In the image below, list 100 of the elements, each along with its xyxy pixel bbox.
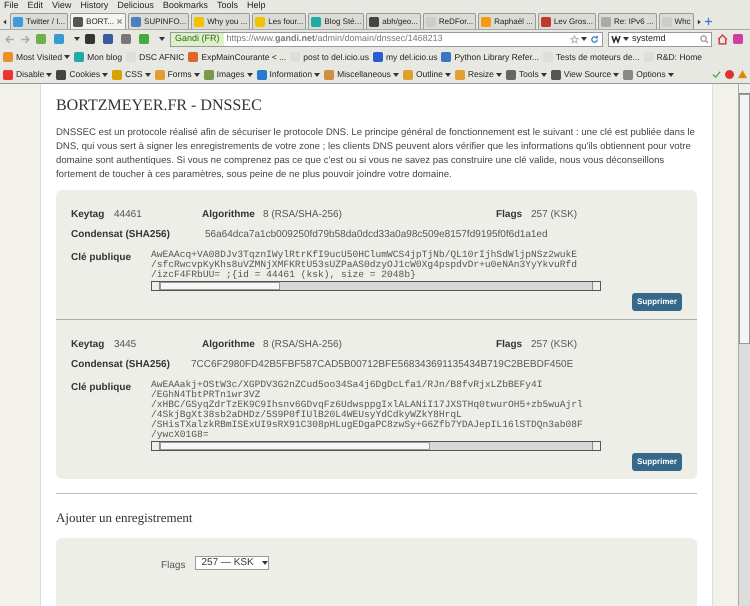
bookmark-item[interactable]: Most Visited bbox=[3, 50, 70, 64]
field-value: 257 (KSK) bbox=[531, 208, 578, 222]
favicon-icon bbox=[662, 16, 672, 26]
bookmark-item[interactable]: DSC AFNIC bbox=[126, 50, 184, 64]
bookmark-item[interactable]: Tests de moteurs de... bbox=[543, 50, 640, 64]
menu-item[interactable]: Edit bbox=[28, 0, 44, 13]
flags-select[interactable]: 257 — KSK bbox=[195, 556, 269, 570]
menu-item[interactable]: Delicious bbox=[117, 0, 154, 13]
bookmark-icon bbox=[74, 52, 84, 62]
bookmark-item[interactable]: Mon blog bbox=[74, 50, 122, 64]
vertical-scrollbar[interactable] bbox=[738, 84, 750, 606]
favicon-icon bbox=[194, 16, 204, 26]
toolbar-icon bbox=[3, 70, 13, 80]
field-value: 7CC6F2980FD42B5FBF587CAD5B00712BFE568343691135434B719C2BEBDF450E bbox=[191, 358, 574, 372]
browser-tab[interactable]: Why you ... bbox=[191, 13, 250, 29]
scroll-left-icon[interactable] bbox=[2, 19, 8, 25]
toolbar-icon bbox=[56, 70, 66, 80]
bookmark-item[interactable]: my del.icio.us bbox=[372, 50, 438, 64]
menu-item[interactable]: File bbox=[4, 0, 19, 13]
menu-item[interactable]: Tools bbox=[216, 0, 238, 13]
bookmark-item[interactable]: ExpMainCourante < ... bbox=[188, 50, 286, 64]
field-value: 44461 bbox=[114, 208, 143, 222]
caret-icon bbox=[194, 72, 200, 76]
bookmark-item[interactable]: post to del.icio.us bbox=[290, 50, 369, 64]
favicon-icon bbox=[13, 16, 23, 26]
home-icon[interactable] bbox=[717, 34, 728, 44]
toolbar-icon bbox=[402, 70, 413, 80]
favicon-icon bbox=[130, 16, 141, 26]
caret-icon bbox=[159, 37, 165, 41]
toolbar-menu[interactable]: CSS bbox=[112, 68, 151, 81]
favicon-icon bbox=[426, 16, 436, 26]
toolbar-icon bbox=[204, 70, 214, 80]
menu-item[interactable]: History bbox=[80, 0, 108, 13]
browser-tab[interactable]: Raphaël ... bbox=[478, 13, 536, 29]
search-field[interactable]: systemd bbox=[608, 32, 712, 46]
browser-tab[interactable]: abh/geo... bbox=[366, 13, 421, 29]
toolbar-menu[interactable]: Disable bbox=[3, 68, 52, 81]
toolbar-menu[interactable]: Options bbox=[623, 68, 674, 81]
caret-icon bbox=[246, 72, 253, 76]
toolbar-menu[interactable]: Images bbox=[204, 68, 253, 81]
bookmark-icon bbox=[188, 52, 198, 62]
field-label: Keytag bbox=[71, 338, 106, 352]
toolbar-icon bbox=[324, 70, 334, 80]
menu-item[interactable]: Bookmarks bbox=[162, 0, 208, 13]
toolbar-menu[interactable]: Forms bbox=[154, 68, 200, 81]
field-label: Condensat (SHA256) bbox=[71, 358, 171, 372]
field-value: 8 (RSA/SHA-256) bbox=[263, 338, 343, 352]
caret-icon bbox=[668, 72, 674, 76]
favicon-icon bbox=[369, 16, 380, 26]
scroll-right-icon[interactable] bbox=[696, 19, 702, 25]
caret-icon bbox=[314, 72, 320, 76]
toolbar-icon bbox=[112, 70, 122, 80]
caret-icon bbox=[102, 72, 108, 76]
browser-tab[interactable]: SUPINFO... bbox=[128, 13, 190, 29]
browser-tab[interactable]: ReDFor... bbox=[422, 13, 476, 29]
toolbar-icon bbox=[506, 70, 516, 80]
toolbar-menu[interactable]: Cookies bbox=[56, 68, 108, 81]
wikipedia-icon[interactable] bbox=[611, 34, 621, 44]
toolbar-menu[interactable]: Outline bbox=[402, 68, 451, 81]
reload-icon[interactable] bbox=[590, 34, 599, 44]
warning-icon[interactable] bbox=[738, 70, 747, 79]
address-field[interactable]: Gandi (FR) https://www.gandi.net/admin/domain/dnssec/1468213 bbox=[170, 32, 603, 46]
bookmark-icon bbox=[372, 52, 383, 62]
bookmark-item[interactable]: R&D: Home bbox=[644, 50, 702, 64]
favicon-icon bbox=[311, 16, 322, 26]
delete-button[interactable]: Supprimer bbox=[632, 293, 682, 311]
menu-item[interactable]: Help bbox=[246, 0, 266, 13]
caret-icon bbox=[623, 37, 629, 41]
caret-icon bbox=[540, 72, 547, 76]
plus-icon[interactable] bbox=[704, 17, 713, 26]
horizontal-scrollbar[interactable] bbox=[151, 441, 601, 451]
browser-tab[interactable]: Lev Gros... bbox=[538, 13, 596, 29]
browser-tab[interactable]: Re: IPv6 ... bbox=[598, 13, 657, 29]
horizontal-scrollbar[interactable] bbox=[151, 281, 601, 291]
bookmark-item[interactable]: Python Library Refer... bbox=[441, 50, 540, 64]
star-icon[interactable] bbox=[570, 34, 579, 44]
browser-tab[interactable]: Twitter / I... bbox=[10, 13, 68, 29]
field-label: Keytag bbox=[71, 208, 106, 222]
close-icon[interactable] bbox=[116, 18, 123, 25]
toolbar-menu[interactable]: View Source bbox=[550, 68, 620, 81]
browser-tab[interactable]: Les four... bbox=[252, 13, 306, 29]
toolbar-menu[interactable]: Information bbox=[256, 68, 320, 81]
field-label: Clé publique bbox=[71, 251, 132, 265]
delete-button[interactable]: Supprimer bbox=[632, 453, 682, 471]
toolbar-icon bbox=[623, 70, 634, 80]
toolbar-icon bbox=[154, 70, 165, 80]
browser-tab[interactable]: Blog Sté... bbox=[308, 13, 364, 29]
site-identity-badge[interactable]: Gandi (FR) bbox=[171, 32, 224, 46]
browser-tab[interactable]: BORT... bbox=[70, 13, 126, 29]
toolbar-menu[interactable]: Resize bbox=[454, 68, 502, 81]
toolbar-icon bbox=[256, 70, 267, 80]
browser-tab[interactable]: Whc bbox=[658, 13, 694, 29]
field-label: Flags bbox=[496, 338, 524, 352]
error-icon[interactable] bbox=[725, 70, 734, 79]
check-icon[interactable] bbox=[712, 70, 721, 79]
toolbar-menu[interactable]: Miscellaneous bbox=[324, 68, 399, 81]
search-icon[interactable] bbox=[700, 34, 709, 44]
toolbar-menu[interactable]: Tools bbox=[506, 68, 547, 81]
menu-item[interactable]: View bbox=[52, 0, 72, 13]
bookmark-icon bbox=[3, 52, 13, 62]
